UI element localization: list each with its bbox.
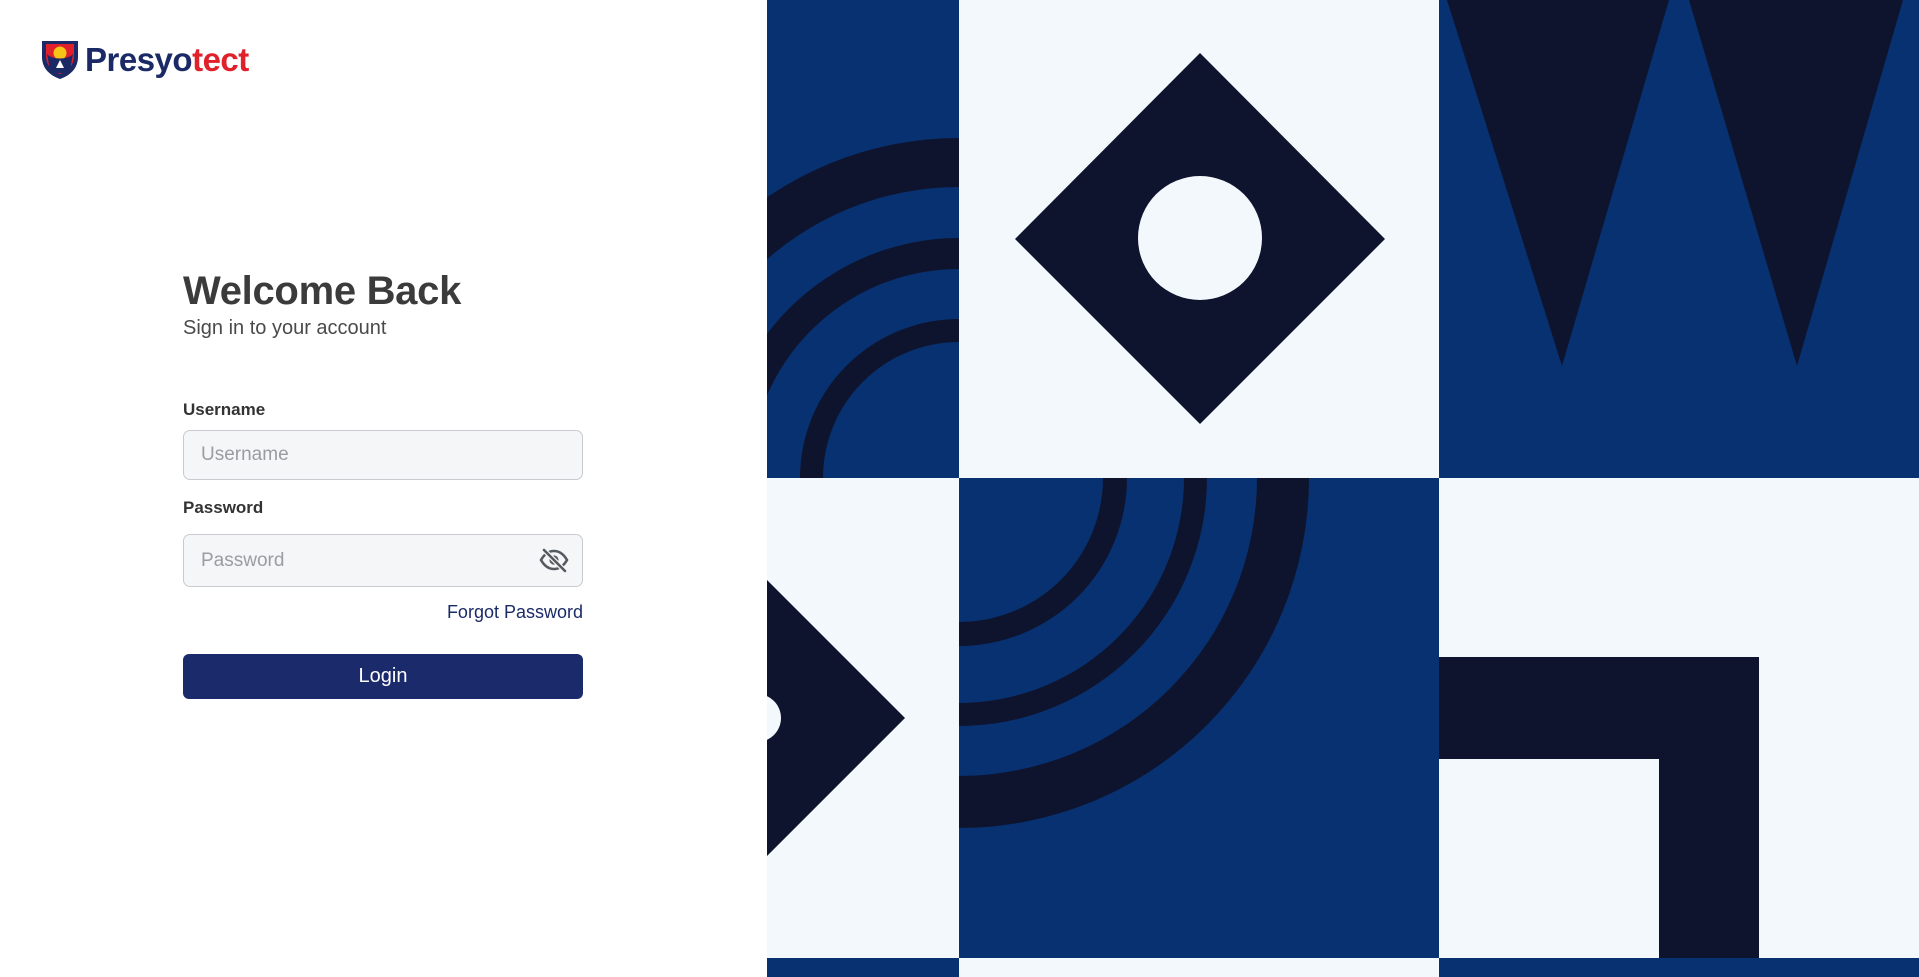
eye-off-icon[interactable] xyxy=(539,547,569,573)
triangles-tile xyxy=(1439,0,1919,478)
password-input[interactable] xyxy=(183,534,583,587)
brand-name-part2: tect xyxy=(192,40,249,78)
page-title: Welcome Back xyxy=(183,269,462,313)
password-field xyxy=(183,534,583,587)
brand-name: Presyotect xyxy=(85,43,249,76)
forgot-password-row: Forgot Password xyxy=(183,602,583,622)
login-form: Welcome Back Sign in to your account Use… xyxy=(183,268,583,699)
brand-name-part1: Presyo xyxy=(85,40,193,78)
forgot-password-link[interactable]: Forgot Password xyxy=(447,602,583,622)
corner-shape-tile xyxy=(1439,478,1919,958)
shield-logo-icon xyxy=(42,41,78,79)
username-input[interactable] xyxy=(183,430,583,480)
geometric-pattern-illustration xyxy=(767,0,1919,977)
diamond-tile xyxy=(959,0,1439,478)
decorative-pattern-panel xyxy=(767,0,1919,977)
page-subtitle: Sign in to your account xyxy=(183,317,387,339)
password-label: Password xyxy=(183,498,264,517)
half-diamond-tile xyxy=(767,478,959,958)
brand-logo: Presyotect xyxy=(40,38,249,80)
login-button[interactable]: Login xyxy=(183,654,583,699)
login-panel: Presyotect Welcome Back Sign in to your … xyxy=(0,0,767,977)
username-label: Username xyxy=(183,400,266,419)
bottom-strip xyxy=(767,958,1919,977)
